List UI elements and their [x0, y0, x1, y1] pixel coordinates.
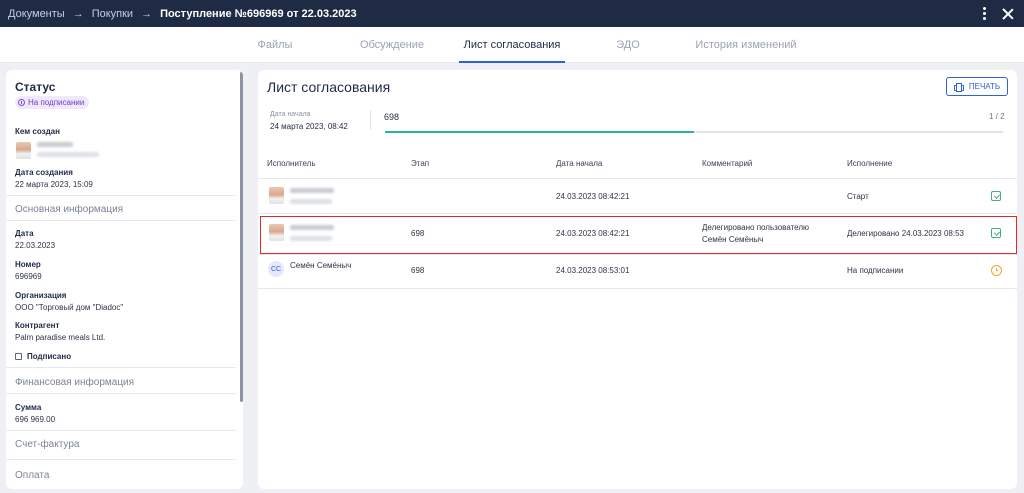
row-executor: Семён Семёныч: [290, 261, 352, 270]
clock-icon: [18, 99, 25, 106]
section-finance[interactable]: Финансовая информация: [15, 377, 134, 388]
tab-files[interactable]: Файлы: [252, 27, 298, 63]
contractor-value: Palm paradise meals Ltd.: [15, 333, 106, 342]
document-details-panel: Статус На подписании Кем создан Дата соз…: [6, 70, 243, 489]
column-header-start-date: Дата начала: [556, 159, 603, 168]
close-icon[interactable]: [1002, 8, 1014, 20]
executor-avatar: [269, 187, 284, 204]
divider: [258, 213, 1017, 214]
divider: [258, 254, 1017, 255]
page-title: Поступление №696969 от 22.03.2023: [160, 7, 357, 20]
arrow-right-icon: →: [72, 7, 84, 20]
row-result: Старт: [847, 192, 869, 201]
divider: [6, 367, 236, 368]
clock-icon: [991, 265, 1002, 276]
breadcrumb-documents[interactable]: Документы: [8, 8, 65, 20]
stage-progress-bar: [385, 131, 1003, 133]
section-payment[interactable]: Оплата: [15, 470, 49, 481]
organization-label: Организация: [15, 291, 67, 300]
check-icon: [991, 191, 1001, 201]
scrollbar[interactable]: [240, 72, 243, 402]
column-header-stage: Этап: [411, 159, 430, 168]
executor-role-redacted: [290, 199, 332, 204]
number-value: 696969: [15, 272, 42, 281]
tab-discussion[interactable]: Обсуждение: [356, 27, 428, 63]
status-badge: На подписании: [15, 96, 90, 109]
tab-approval-sheet[interactable]: Лист согласования: [459, 27, 565, 63]
creator-role-redacted: [37, 152, 99, 157]
tab-edo[interactable]: ЭДО: [611, 27, 645, 63]
tab-bar: Файлы Обсуждение Лист согласования ЭДО И…: [0, 27, 1024, 63]
organization-value: ООО "Торговый дом "Diadoc": [15, 303, 124, 312]
row-result: На подписании: [847, 266, 904, 275]
divider: [6, 393, 236, 394]
created-date-label: Дата создания: [15, 168, 73, 177]
divider: [370, 110, 371, 130]
row-start-date: 24.03.2023 08:42:21: [556, 192, 630, 201]
divider: [6, 459, 236, 460]
top-bar: Документы → Покупки → Поступление №69696…: [0, 0, 1024, 27]
divider: [258, 288, 1017, 289]
executor-name-redacted: [290, 188, 334, 193]
section-main-info[interactable]: Основная информация: [15, 204, 123, 215]
approval-sheet-panel: Лист согласования ПЕЧАТЬ Дата начала 24 …: [258, 70, 1017, 489]
start-date-label: Дата начала: [270, 111, 311, 118]
stage-progress-fill: [385, 131, 694, 133]
tab-history[interactable]: История изменений: [694, 27, 798, 63]
created-date-value: 22 марта 2023, 15:09: [15, 180, 93, 189]
approval-sheet-title: Лист согласования: [267, 79, 391, 95]
section-invoice[interactable]: Счет-фактура: [15, 439, 79, 450]
sum-value: 696 969.00: [15, 415, 56, 424]
avatar: СС: [268, 261, 284, 277]
row-start-date: 24.03.2023 08:53:01: [556, 266, 630, 275]
print-button-label: ПЕЧАТЬ: [968, 82, 1001, 91]
arrow-right-icon: →: [141, 7, 153, 20]
column-header-comment: Комментарий: [702, 159, 753, 168]
signed-checkbox[interactable]: [15, 353, 22, 360]
number-label: Номер: [15, 260, 41, 269]
divider: [6, 220, 236, 221]
printer-icon: [953, 82, 964, 92]
status-badge-label: На подписании: [28, 98, 85, 107]
date-label: Дата: [15, 229, 34, 238]
start-date-value: 24 марта 2023, 08:42: [270, 122, 348, 131]
breadcrumb-purchases[interactable]: Покупки: [92, 8, 133, 20]
column-header-result: Исполнение: [847, 159, 893, 168]
stage-pager: 1 / 2: [989, 112, 1005, 121]
creator-avatar: [16, 142, 31, 159]
more-menu-icon[interactable]: [983, 7, 986, 20]
print-button[interactable]: ПЕЧАТЬ: [946, 77, 1008, 96]
creator-name-redacted: [37, 142, 73, 147]
row-stage: 698: [411, 266, 425, 275]
divider: [258, 178, 1017, 179]
highlighted-row-outline: [260, 216, 1017, 254]
stage-number: 698: [384, 112, 400, 122]
divider: [6, 195, 236, 196]
divider: [6, 430, 236, 431]
date-value: 22.03.2023: [15, 241, 56, 250]
status-heading: Статус: [15, 80, 56, 94]
signed-label: Подписано: [27, 352, 72, 361]
contractor-label: Контрагент: [15, 321, 60, 330]
sum-label: Сумма: [15, 403, 42, 412]
created-by-label: Кем создан: [15, 127, 60, 136]
column-header-executor: Исполнитель: [267, 159, 316, 168]
